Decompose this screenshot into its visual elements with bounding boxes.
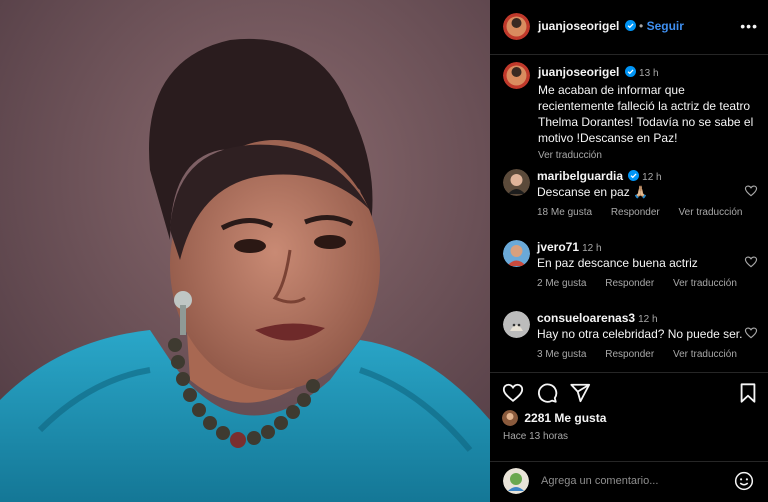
likes-summary[interactable]: 2281 Me gusta — [502, 410, 606, 430]
like-heart-icon[interactable] — [502, 382, 524, 404]
comment-item: maribelguardia 12 h Descanse en paz 🙏🏼 1… — [490, 167, 768, 229]
comment-meta: 2 Me gusta Responder Ver traducción — [537, 278, 753, 289]
comment-likes[interactable]: 18 Me gusta — [537, 207, 592, 218]
liker-avatar — [502, 410, 518, 426]
comment-username[interactable]: maribelguardia — [537, 169, 623, 183]
caption-text: Me acaban de informar que recientemente … — [538, 83, 754, 145]
comment-item: consueloarenas3 12 h Hay no otra celebri… — [490, 309, 768, 371]
comment-likes[interactable]: 2 Me gusta — [537, 278, 586, 289]
caption-body: juanjoseorigel 13 h Me acaban de informa… — [538, 64, 760, 164]
comment-time[interactable]: 12 h — [638, 314, 657, 325]
post-detail-panel: juanjoseorigel • Seguir ••• juanjoseorig… — [490, 0, 768, 502]
caption-username[interactable]: juanjoseorigel — [538, 65, 619, 79]
comment-avatar[interactable] — [503, 240, 530, 267]
verified-badge-icon — [628, 170, 640, 181]
comment-header: jvero71 12 h — [537, 240, 602, 254]
comment-username[interactable]: consueloarenas3 — [537, 311, 635, 325]
comment-meta: 18 Me gusta Responder Ver traducción — [537, 207, 758, 218]
caption-translate-link[interactable]: Ver traducción — [538, 148, 760, 164]
translate-link[interactable]: Ver traducción — [679, 207, 743, 218]
comment-time[interactable]: 12 h — [642, 172, 661, 183]
comment-text: Hay no otra celebridad? No puede ser. — [537, 327, 743, 341]
comment-avatar[interactable] — [503, 169, 530, 196]
comment-like-heart-icon[interactable] — [744, 184, 758, 198]
verified-badge-icon — [624, 66, 636, 77]
divider — [490, 54, 768, 55]
translate-link[interactable]: Ver traducción — [673, 349, 737, 360]
comment-time[interactable]: 12 h — [582, 243, 601, 254]
comment-icon[interactable] — [536, 382, 558, 404]
comment-meta: 3 Me gusta Responder Ver traducción — [537, 349, 753, 360]
post-photo[interactable] — [0, 0, 490, 502]
comment-item: jvero71 12 h En paz descance buena actri… — [490, 238, 768, 300]
bookmark-icon[interactable] — [737, 382, 759, 404]
post-image — [0, 0, 490, 502]
comment-username[interactable]: jvero71 — [537, 240, 579, 254]
post-timestamp[interactable]: Hace 13 horas — [503, 431, 568, 442]
more-options-icon[interactable]: ••• — [740, 18, 758, 34]
current-user-avatar — [503, 468, 529, 494]
author-username[interactable]: juanjoseorigel — [538, 19, 619, 33]
comment-text: En paz descance buena actriz — [537, 256, 698, 270]
caption-author-avatar[interactable] — [503, 62, 530, 89]
comment-header: maribelguardia 12 h — [537, 169, 662, 183]
follow-button[interactable]: Seguir — [647, 19, 684, 33]
comment-text: Descanse en paz 🙏🏼 — [537, 185, 648, 199]
comment-like-heart-icon[interactable] — [744, 326, 758, 340]
comment-likes[interactable]: 3 Me gusta — [537, 349, 586, 360]
comment-composer: Agrega un comentario... — [490, 462, 768, 502]
likes-count[interactable]: 2281 Me gusta — [524, 411, 606, 425]
post-header: juanjoseorigel • Seguir ••• — [490, 0, 768, 54]
verified-badge-icon — [624, 20, 636, 31]
comment-like-heart-icon[interactable] — [744, 255, 758, 269]
caption-time[interactable]: 13 h — [639, 68, 658, 79]
divider — [490, 372, 768, 373]
reply-button[interactable]: Responder — [611, 207, 660, 218]
author-avatar[interactable] — [503, 13, 530, 40]
comment-input[interactable]: Agrega un comentario... — [541, 475, 658, 487]
reply-button[interactable]: Responder — [605, 278, 654, 289]
emoji-icon[interactable] — [734, 471, 754, 491]
translate-link[interactable]: Ver traducción — [673, 278, 737, 289]
post-action-bar — [490, 382, 768, 408]
comment-avatar[interactable] — [503, 311, 530, 338]
comment-header: consueloarenas3 12 h — [537, 311, 658, 325]
send-share-icon[interactable] — [569, 382, 591, 404]
reply-button[interactable]: Responder — [605, 349, 654, 360]
header-line: juanjoseorigel • Seguir — [538, 19, 684, 33]
